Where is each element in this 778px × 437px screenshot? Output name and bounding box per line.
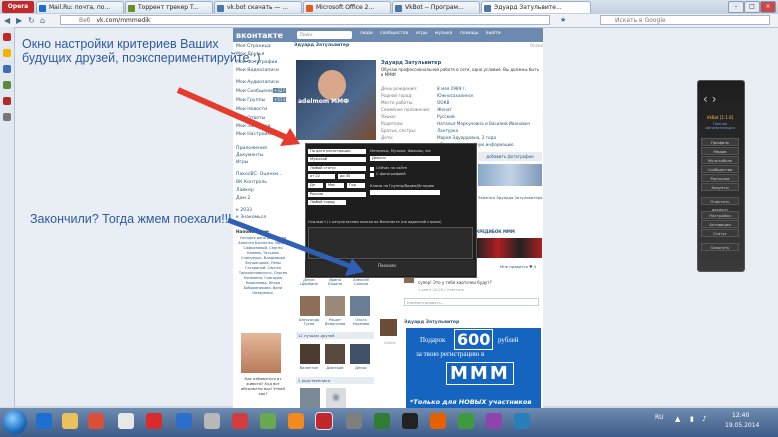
annotation-arrows [176,87,364,276]
clock-time[interactable]: 12:40 [732,412,749,419]
tray-arrow-icon[interactable]: ▲ [675,415,680,423]
app-icon[interactable] [260,413,276,429]
odnoklassniki-icon[interactable] [288,413,304,429]
settings-icon[interactable] [346,413,362,429]
volume-icon[interactable]: ♪ [702,415,706,423]
clock-date[interactable]: 19.05.2014 [725,422,759,429]
firefox-icon[interactable] [430,413,446,429]
ie-icon[interactable] [36,413,52,429]
app3-icon[interactable] [514,413,530,429]
app2-icon[interactable] [486,413,502,429]
terminal-icon[interactable] [402,413,418,429]
system-tray: RU ▲ ▮ ♪ 12:40 19.05.2014 [650,410,775,436]
start-button[interactable] [3,410,27,434]
yandex-icon[interactable] [146,413,162,429]
explorer-icon[interactable] [62,413,78,429]
red-arrow-shaft [176,87,294,143]
opera-taskbar-icon[interactable] [232,413,248,429]
photo-viewer-icon[interactable] [204,413,220,429]
mail-agent-icon[interactable] [118,413,134,429]
word-icon[interactable] [176,413,192,429]
opera-active-icon[interactable] [315,412,333,430]
network-icon[interactable]: ▮ [690,415,694,423]
blue-arrow-shaft [227,217,356,271]
language-indicator[interactable]: RU [655,414,664,421]
utorrent-icon[interactable] [458,413,474,429]
media-player-icon[interactable] [88,413,104,429]
torrent-taskbar-icon[interactable] [374,413,390,429]
